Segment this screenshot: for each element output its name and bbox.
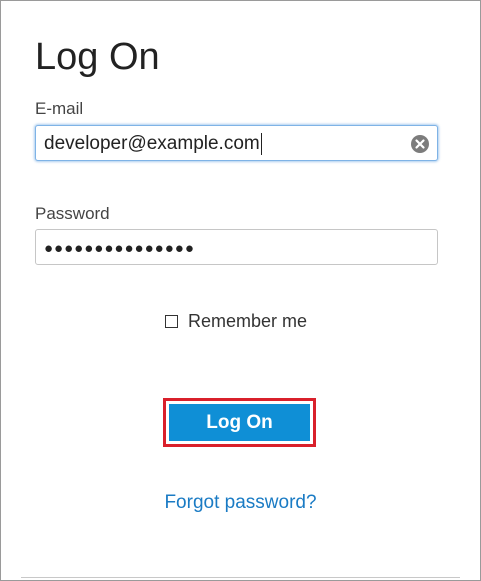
- login-panel: Log On E-mail developer@example.com Pass…: [0, 0, 481, 581]
- text-caret: [260, 133, 262, 155]
- log-on-button[interactable]: Log On: [169, 404, 310, 441]
- forgot-password-link[interactable]: Forgot password?: [1, 492, 480, 514]
- page-title: Log On: [35, 36, 160, 78]
- password-label: Password: [35, 204, 110, 223]
- remember-me-checkbox[interactable]: [165, 314, 178, 328]
- login-button-highlight: Log On: [163, 398, 316, 447]
- email-value: developer@example.com: [44, 133, 262, 155]
- email-value-text: developer@example.com: [44, 133, 260, 154]
- password-field[interactable]: ●●●●●●●●●●●●●●●: [35, 229, 438, 265]
- email-field[interactable]: developer@example.com: [35, 125, 438, 161]
- clear-icon[interactable]: [411, 135, 429, 153]
- divider: [21, 577, 460, 578]
- password-value: ●●●●●●●●●●●●●●●: [44, 240, 195, 257]
- remember-me-label: Remember me: [188, 311, 308, 331]
- email-label: E-mail: [35, 99, 84, 118]
- remember-me-option[interactable]: Remember me: [165, 310, 307, 332]
